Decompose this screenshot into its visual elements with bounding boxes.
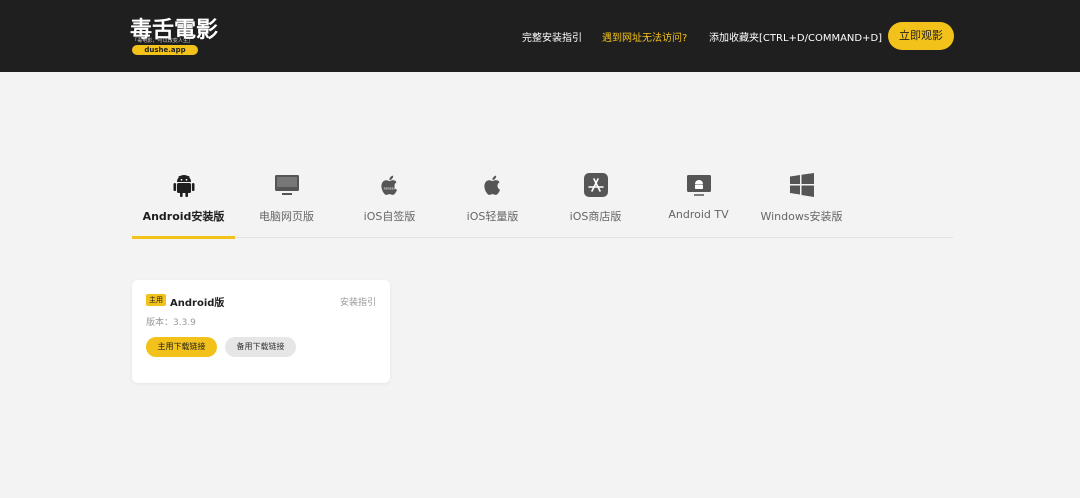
card-title: Android版 [170, 298, 225, 309]
version-text: 版本：3.3.9 [146, 318, 196, 328]
watch-now-button[interactable]: 立即观影 [888, 22, 954, 50]
apple-redeem-icon: REDEEM [380, 175, 397, 195]
platform-tabs: Android安装版 电脑网页版 REDEEM iOS自签版 iOS轻量版 iO… [132, 160, 953, 239]
tab-ios-lite[interactable]: iOS轻量版 [441, 160, 544, 238]
tab-ios-lite-label: iOS轻量版 [466, 210, 519, 223]
install-guide-link[interactable]: 安装指引 [340, 295, 376, 308]
tab-web-label: 电脑网页版 [259, 210, 314, 223]
logo-domain: dushe.app [132, 45, 198, 55]
android-icon [173, 175, 194, 197]
tab-web[interactable]: 电脑网页版 [235, 160, 338, 238]
tab-windows[interactable]: Windows安装版 [750, 160, 853, 238]
tab-ios-selfsign-label: iOS自签版 [363, 210, 416, 223]
app-store-icon [583, 173, 608, 197]
tab-ios-store-label: iOS商店版 [569, 210, 622, 223]
tab-android-tv-label: Android TV [668, 208, 729, 221]
tab-windows-label: Windows安装版 [760, 210, 843, 223]
top-header: 毒舌電影 「毒电影，可以改变人生」 dushe.app 完整安装指引 遇到网址无… [0, 0, 1080, 72]
backup-download-button[interactable]: 备用下载链接 [225, 337, 296, 357]
tab-android-label: Android安装版 [142, 210, 225, 223]
primary-download-button[interactable]: 主用下载链接 [146, 337, 217, 357]
primary-badge: 主用 [146, 294, 166, 306]
android-tv-icon [686, 175, 711, 196]
nav-cannot-access-link[interactable]: 遇到网址无法访问? [602, 29, 687, 44]
monitor-icon [274, 175, 299, 195]
apple-icon [483, 175, 500, 195]
download-card: 主用 Android版 安装指引 版本：3.3.9 主用下载链接 备用下载链接 [132, 280, 390, 383]
nav-bookmark-link[interactable]: 添加收藏夹[CTRL+D/COMMAND+D] [709, 29, 882, 44]
tab-android-tv[interactable]: Android TV [647, 160, 750, 238]
nav-install-guide-link[interactable]: 完整安装指引 [522, 29, 582, 44]
windows-icon [789, 173, 814, 197]
svg-text:REDEEM: REDEEM [383, 187, 396, 191]
logo-slogan: 「毒电影，可以改变人生」 [132, 37, 194, 44]
site-logo[interactable]: 毒舌電影 「毒电影，可以改变人生」 dushe.app [130, 12, 218, 56]
tab-ios-store[interactable]: iOS商店版 [544, 160, 647, 238]
tab-android[interactable]: Android安装版 [132, 160, 235, 239]
tab-ios-selfsign[interactable]: REDEEM iOS自签版 [338, 160, 441, 238]
